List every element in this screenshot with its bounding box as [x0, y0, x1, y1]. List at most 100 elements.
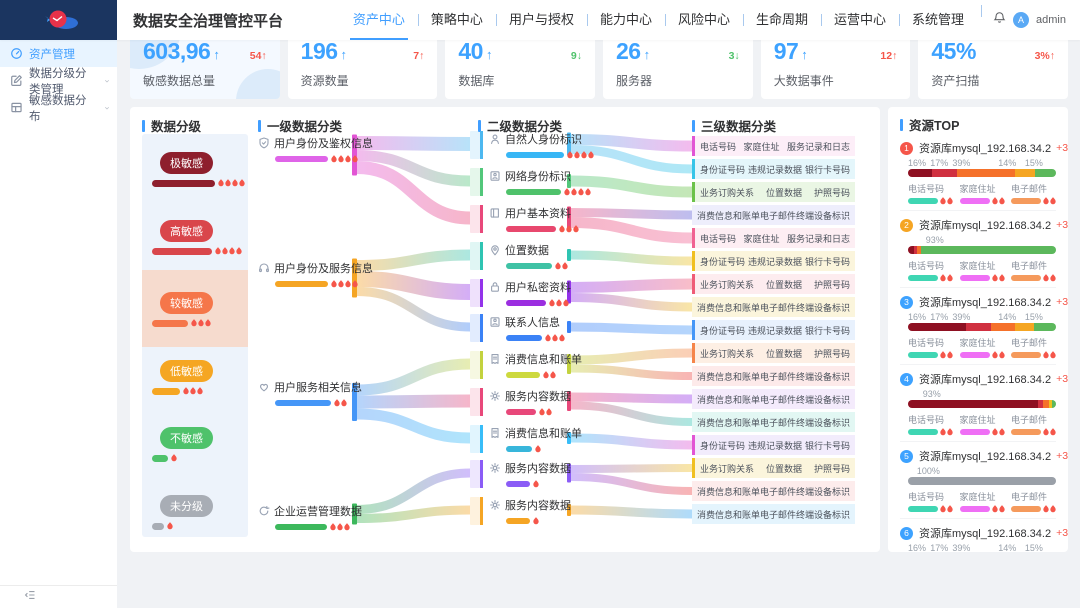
level3-tag-row[interactable]: 业务订购关系位置数据护照号码 — [692, 343, 855, 363]
level3-tag-row[interactable]: 业务订购关系位置数据护照号码 — [692, 458, 855, 478]
level2-item[interactable]: 联系人信息 — [470, 314, 565, 342]
level3-tag-row[interactable]: 业务订购关系位置数据护照号码 — [692, 182, 855, 202]
metric-bar-row — [960, 428, 1005, 436]
level2-item[interactable]: 服务内容数据 — [470, 388, 571, 416]
nav-item-4[interactable]: 能力中心 — [587, 0, 665, 40]
level2-item[interactable]: 用户私密资料 — [470, 279, 571, 307]
level-pill[interactable]: 较敏感 — [160, 292, 213, 314]
level2-item[interactable]: 用户基本资料 — [470, 205, 579, 233]
level2-item[interactable]: 自然人身份标识 — [470, 131, 594, 159]
nav-item-3[interactable]: 用户与授权 — [496, 0, 587, 40]
level-pill[interactable]: 不敏感 — [160, 427, 213, 449]
stat-delta: 9↓ — [571, 50, 582, 62]
level2-item[interactable]: 消费信息和账单 — [470, 425, 582, 453]
bar-segment — [966, 323, 991, 331]
level3-tag-row[interactable]: 业务订购关系位置数据护照号码 — [692, 274, 855, 294]
sidebar-item-1[interactable]: 资产管理 — [0, 40, 117, 67]
username[interactable]: admin — [1036, 14, 1066, 26]
stat-label: 敏感数据总量 — [143, 72, 267, 89]
resource-item-6[interactable]: 6资源库mysql_192.168.34.2+3216%17%39%14%15%… — [900, 518, 1056, 552]
level2-item[interactable]: 服务内容数据 — [470, 460, 571, 488]
level2-item-label: 服务内容数据 — [505, 497, 571, 513]
resource-name: 资源库mysql_192.168.34.2 — [919, 371, 1051, 387]
level-pill[interactable]: 未分级 — [160, 495, 213, 517]
level2-accent-band — [470, 279, 480, 307]
resource-percent-labels: 93% — [908, 389, 1056, 400]
level2-item-line: 服务内容数据 — [489, 460, 571, 476]
level3-tag: 违规记录数据 — [748, 439, 802, 452]
level1-bar-row — [275, 280, 358, 288]
level3-tag-row[interactable]: 消费信息和账单电子邮件终端设备标识 — [692, 366, 855, 386]
level2-item[interactable]: 服务内容数据 — [470, 497, 571, 525]
resource-item-2[interactable]: 2资源库mysql_192.168.34.2+3293%电话号码家庭住址电子邮件 — [900, 210, 1056, 287]
level3-tag-row[interactable]: 消费信息和账单电子邮件终端设备标识 — [692, 412, 855, 432]
resource-percent-labels: 16%17%39%14%15% — [908, 158, 1056, 169]
data-level-极敏感: 极敏感 — [152, 152, 245, 187]
mini-bar — [960, 352, 990, 358]
level1-item[interactable]: 企业运营管理数据 — [258, 503, 358, 531]
nav-item-8[interactable]: 系统管理 — [899, 0, 977, 40]
level1-item[interactable]: 用户身份及鉴权信息 — [258, 135, 358, 163]
resource-metric: 电子邮件 — [1011, 336, 1056, 359]
level3-tag: 终端设备标识 — [796, 370, 850, 383]
resource-item-1[interactable]: 1资源库mysql_192.168.34.2+3216%17%39%14%15%… — [900, 134, 1056, 210]
level2-item-label: 消费信息和账单 — [505, 425, 582, 441]
nav-item-7[interactable]: 运营中心 — [821, 0, 899, 40]
mini-bar — [152, 180, 215, 187]
collapse-sidebar-icon[interactable] — [24, 588, 36, 606]
level3-tag-row[interactable]: 电话号码家庭住址服务记录和日志 — [692, 228, 855, 248]
level2-item[interactable]: 消费信息和账单 — [470, 351, 582, 379]
metric-bar-row — [1011, 428, 1056, 436]
level3-tag: 终端设备标识 — [796, 301, 850, 314]
level3-tag-row[interactable]: 消费信息和账单电子邮件终端设备标识 — [692, 297, 855, 317]
level3-tag-row[interactable]: 消费信息和账单电子邮件终端设备标识 — [692, 205, 855, 225]
level3-tag-row[interactable]: 身份证号码违规记录数据银行卡号码 — [692, 251, 855, 271]
level3-tag-row[interactable]: 消费信息和账单电子邮件终端设备标识 — [692, 481, 855, 501]
level1-item[interactable]: 用户服务相关信息 — [258, 379, 358, 407]
nav-item-1[interactable]: 资产中心 — [340, 0, 418, 40]
level2-item-line: 消费信息和账单 — [489, 351, 582, 367]
level3-tag-row[interactable]: 电话号码家庭住址服务记录和日志 — [692, 136, 855, 156]
resource-item-3[interactable]: 3资源库mysql_192.168.34.2+3216%17%39%14%15%… — [900, 287, 1056, 364]
level2-bar-row — [506, 445, 582, 453]
sankey-ribbon — [357, 143, 470, 144]
flame-icons — [171, 454, 177, 462]
level2-item[interactable]: 网络身份标识 — [470, 168, 591, 196]
metric-label: 电话号码 — [908, 259, 953, 272]
level3-tag-row[interactable]: 身份证号码违规记录数据银行卡号码 — [692, 435, 855, 455]
level-pill[interactable]: 高敏感 — [160, 220, 213, 242]
sidebar-item-2[interactable]: 数据分级分类管理 — [0, 67, 117, 94]
bell-icon[interactable] — [993, 11, 1006, 29]
nav-item-2[interactable]: 策略中心 — [418, 0, 496, 40]
mini-bar — [1011, 506, 1041, 512]
percent-label: 100% — [917, 466, 940, 476]
edit-icon — [10, 74, 23, 87]
nav-item-6[interactable]: 生命周期 — [743, 0, 821, 40]
stat-label: 大数据事件 — [774, 72, 898, 89]
header-user-area: A admin — [981, 11, 1066, 29]
avatar[interactable]: A — [1013, 12, 1029, 28]
sankey-ribbon — [357, 292, 470, 328]
percent-label: 17% — [930, 543, 948, 552]
level3-tag: 电子邮件 — [760, 416, 796, 429]
level3-tag-row[interactable]: 消费信息和账单电子邮件终端设备标识 — [692, 504, 855, 524]
nav-item-5[interactable]: 风险中心 — [665, 0, 743, 40]
level3-tag-row[interactable]: 身份证号码违规记录数据银行卡号码 — [692, 159, 855, 179]
level2-item[interactable]: 位置数据 — [470, 242, 568, 270]
main-content: 资产中心/资产管理 603,96↑54↑敏感数据总量196↑7↑资源数量40↑9… — [117, 0, 1080, 552]
level-pill[interactable]: 极敏感 — [160, 152, 213, 174]
sidebar-item-3[interactable]: 敏感数据分布 — [0, 94, 117, 121]
stat-value-row: 26↑3↓ — [616, 38, 740, 65]
level2-item-line: 消费信息和账单 — [489, 425, 582, 441]
level1-item[interactable]: 用户身份及服务信息 — [258, 260, 358, 288]
level-pill[interactable]: 低敏感 — [160, 360, 213, 382]
resource-name: 资源库mysql_192.168.34.2 — [919, 525, 1051, 541]
level3-tag-row[interactable]: 消费信息和账单电子邮件终端设备标识 — [692, 389, 855, 409]
percent-label: 15% — [1025, 312, 1043, 322]
level3-tag-row[interactable]: 身份证号码违规记录数据银行卡号码 — [692, 320, 855, 340]
resource-top-list: 1资源库mysql_192.168.34.2+3216%17%39%14%15%… — [900, 134, 1056, 552]
resource-item-4[interactable]: 4资源库mysql_192.168.34.2+3293%电话号码家庭住址电子邮件 — [900, 364, 1056, 441]
resource-item-5[interactable]: 5资源库mysql_192.168.34.2+32100%电话号码家庭住址电子邮… — [900, 441, 1056, 518]
flame-icons — [940, 351, 953, 359]
flame-icons — [992, 505, 1005, 513]
